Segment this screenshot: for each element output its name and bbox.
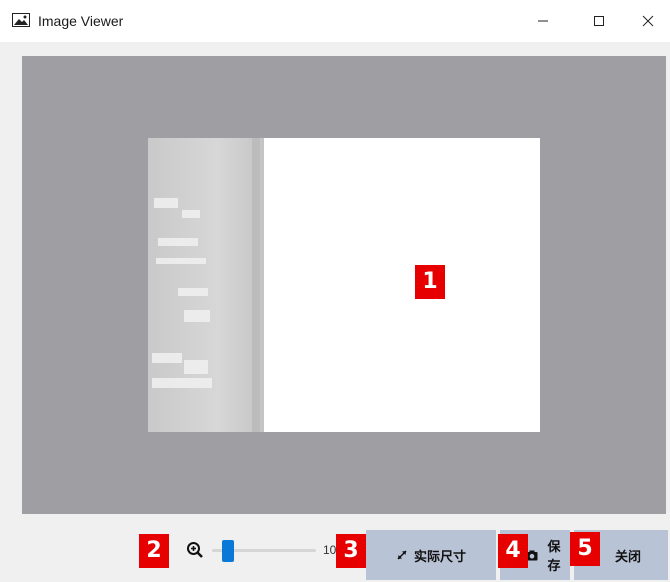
save-label: 保存: [547, 539, 561, 573]
minimize-button[interactable]: [520, 0, 566, 42]
marker-badge-5: 5: [570, 532, 600, 566]
zoom-value: 10: [323, 543, 337, 557]
actual-size-label: 实际尺寸: [413, 548, 466, 564]
close-icon: [642, 15, 654, 27]
maximize-icon: [594, 16, 604, 26]
window-title: Image Viewer: [38, 13, 124, 29]
image-detail: [184, 310, 210, 322]
title-bar: Image Viewer: [0, 0, 670, 42]
image-detail: [178, 288, 208, 296]
actual-size-button[interactable]: 实际尺寸: [366, 530, 496, 580]
maximize-button[interactable]: [576, 0, 622, 42]
marker-badge-4: 4: [498, 534, 528, 568]
minimize-icon: [538, 20, 548, 22]
image-detail: [158, 238, 198, 246]
image-detail: [152, 353, 182, 363]
image-detail: [152, 378, 212, 388]
image-detail: [184, 360, 208, 374]
close-label: 关闭: [614, 548, 641, 564]
image-detail: [156, 258, 206, 264]
marker-badge-1: 1: [415, 265, 445, 299]
window-close-button[interactable]: [626, 0, 670, 42]
expand-arrows-icon: [396, 549, 408, 561]
image-detail: [154, 198, 178, 208]
marker-badge-3: 3: [336, 534, 366, 568]
image-icon: [12, 13, 30, 27]
image-detail: [182, 210, 200, 218]
zoom-in-icon: [187, 542, 203, 558]
image-viewport[interactable]: [22, 56, 666, 514]
zoom-slider-thumb[interactable]: [222, 540, 234, 562]
marker-badge-2: 2: [139, 534, 169, 568]
displayed-image: [148, 138, 540, 432]
